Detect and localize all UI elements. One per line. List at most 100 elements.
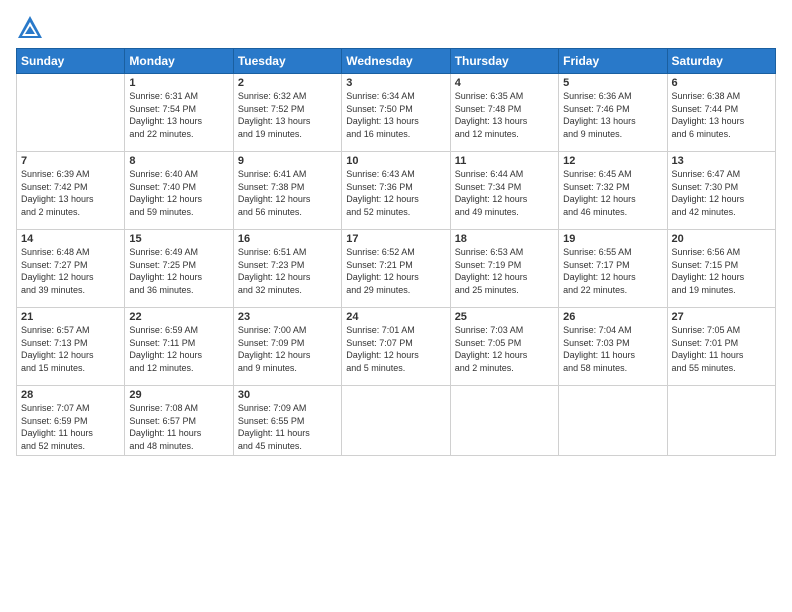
- day-number: 26: [563, 311, 662, 323]
- calendar-header-row: SundayMondayTuesdayWednesdayThursdayFrid…: [17, 49, 776, 74]
- day-number: 3: [346, 77, 445, 89]
- calendar-cell: 2Sunrise: 6:32 AM Sunset: 7:52 PM Daylig…: [233, 74, 341, 152]
- calendar-cell: 8Sunrise: 6:40 AM Sunset: 7:40 PM Daylig…: [125, 152, 233, 230]
- day-number: 11: [455, 155, 554, 167]
- calendar-cell: 5Sunrise: 6:36 AM Sunset: 7:46 PM Daylig…: [559, 74, 667, 152]
- day-info: Sunrise: 6:45 AM Sunset: 7:32 PM Dayligh…: [563, 168, 662, 218]
- calendar-week-row: 1Sunrise: 6:31 AM Sunset: 7:54 PM Daylig…: [17, 74, 776, 152]
- day-info: Sunrise: 7:05 AM Sunset: 7:01 PM Dayligh…: [672, 324, 771, 374]
- day-number: 4: [455, 77, 554, 89]
- calendar-cell: 21Sunrise: 6:57 AM Sunset: 7:13 PM Dayli…: [17, 308, 125, 386]
- day-number: 22: [129, 311, 228, 323]
- day-info: Sunrise: 7:04 AM Sunset: 7:03 PM Dayligh…: [563, 324, 662, 374]
- calendar-cell: [342, 386, 450, 456]
- day-of-week-header: Thursday: [450, 49, 558, 74]
- calendar-cell: [559, 386, 667, 456]
- day-number: 19: [563, 233, 662, 245]
- day-info: Sunrise: 7:03 AM Sunset: 7:05 PM Dayligh…: [455, 324, 554, 374]
- day-info: Sunrise: 7:09 AM Sunset: 6:55 PM Dayligh…: [238, 402, 337, 452]
- day-info: Sunrise: 6:34 AM Sunset: 7:50 PM Dayligh…: [346, 90, 445, 140]
- calendar-cell: 12Sunrise: 6:45 AM Sunset: 7:32 PM Dayli…: [559, 152, 667, 230]
- day-number: 25: [455, 311, 554, 323]
- day-number: 2: [238, 77, 337, 89]
- day-number: 5: [563, 77, 662, 89]
- day-number: 14: [21, 233, 120, 245]
- day-number: 16: [238, 233, 337, 245]
- calendar-cell: 23Sunrise: 7:00 AM Sunset: 7:09 PM Dayli…: [233, 308, 341, 386]
- day-number: 27: [672, 311, 771, 323]
- day-number: 6: [672, 77, 771, 89]
- day-number: 15: [129, 233, 228, 245]
- day-number: 12: [563, 155, 662, 167]
- calendar-week-row: 7Sunrise: 6:39 AM Sunset: 7:42 PM Daylig…: [17, 152, 776, 230]
- day-info: Sunrise: 6:49 AM Sunset: 7:25 PM Dayligh…: [129, 246, 228, 296]
- day-number: 18: [455, 233, 554, 245]
- calendar-cell: 11Sunrise: 6:44 AM Sunset: 7:34 PM Dayli…: [450, 152, 558, 230]
- day-of-week-header: Wednesday: [342, 49, 450, 74]
- calendar-cell: 28Sunrise: 7:07 AM Sunset: 6:59 PM Dayli…: [17, 386, 125, 456]
- calendar-cell: [17, 74, 125, 152]
- day-info: Sunrise: 6:43 AM Sunset: 7:36 PM Dayligh…: [346, 168, 445, 218]
- calendar-cell: 18Sunrise: 6:53 AM Sunset: 7:19 PM Dayli…: [450, 230, 558, 308]
- day-number: 23: [238, 311, 337, 323]
- calendar-cell: [450, 386, 558, 456]
- day-info: Sunrise: 6:36 AM Sunset: 7:46 PM Dayligh…: [563, 90, 662, 140]
- calendar-cell: 17Sunrise: 6:52 AM Sunset: 7:21 PM Dayli…: [342, 230, 450, 308]
- calendar-cell: 6Sunrise: 6:38 AM Sunset: 7:44 PM Daylig…: [667, 74, 775, 152]
- day-info: Sunrise: 6:39 AM Sunset: 7:42 PM Dayligh…: [21, 168, 120, 218]
- day-info: Sunrise: 6:59 AM Sunset: 7:11 PM Dayligh…: [129, 324, 228, 374]
- calendar-cell: 29Sunrise: 7:08 AM Sunset: 6:57 PM Dayli…: [125, 386, 233, 456]
- day-info: Sunrise: 6:31 AM Sunset: 7:54 PM Dayligh…: [129, 90, 228, 140]
- day-info: Sunrise: 6:52 AM Sunset: 7:21 PM Dayligh…: [346, 246, 445, 296]
- logo-icon: [16, 14, 44, 42]
- calendar-week-row: 14Sunrise: 6:48 AM Sunset: 7:27 PM Dayli…: [17, 230, 776, 308]
- header: [16, 10, 776, 42]
- day-info: Sunrise: 6:55 AM Sunset: 7:17 PM Dayligh…: [563, 246, 662, 296]
- day-number: 9: [238, 155, 337, 167]
- calendar-body: 1Sunrise: 6:31 AM Sunset: 7:54 PM Daylig…: [17, 74, 776, 456]
- calendar-week-row: 21Sunrise: 6:57 AM Sunset: 7:13 PM Dayli…: [17, 308, 776, 386]
- calendar-cell: 7Sunrise: 6:39 AM Sunset: 7:42 PM Daylig…: [17, 152, 125, 230]
- day-number: 1: [129, 77, 228, 89]
- calendar-cell: 19Sunrise: 6:55 AM Sunset: 7:17 PM Dayli…: [559, 230, 667, 308]
- day-info: Sunrise: 6:51 AM Sunset: 7:23 PM Dayligh…: [238, 246, 337, 296]
- day-info: Sunrise: 6:57 AM Sunset: 7:13 PM Dayligh…: [21, 324, 120, 374]
- day-number: 8: [129, 155, 228, 167]
- day-number: 29: [129, 389, 228, 401]
- calendar-cell: 1Sunrise: 6:31 AM Sunset: 7:54 PM Daylig…: [125, 74, 233, 152]
- day-info: Sunrise: 6:40 AM Sunset: 7:40 PM Dayligh…: [129, 168, 228, 218]
- day-number: 10: [346, 155, 445, 167]
- day-number: 24: [346, 311, 445, 323]
- day-of-week-header: Monday: [125, 49, 233, 74]
- day-number: 30: [238, 389, 337, 401]
- logo: [16, 14, 48, 42]
- day-info: Sunrise: 6:47 AM Sunset: 7:30 PM Dayligh…: [672, 168, 771, 218]
- day-info: Sunrise: 7:01 AM Sunset: 7:07 PM Dayligh…: [346, 324, 445, 374]
- day-of-week-header: Saturday: [667, 49, 775, 74]
- day-of-week-header: Sunday: [17, 49, 125, 74]
- calendar-cell: 9Sunrise: 6:41 AM Sunset: 7:38 PM Daylig…: [233, 152, 341, 230]
- calendar-cell: 3Sunrise: 6:34 AM Sunset: 7:50 PM Daylig…: [342, 74, 450, 152]
- day-of-week-header: Friday: [559, 49, 667, 74]
- calendar-cell: 14Sunrise: 6:48 AM Sunset: 7:27 PM Dayli…: [17, 230, 125, 308]
- day-info: Sunrise: 6:44 AM Sunset: 7:34 PM Dayligh…: [455, 168, 554, 218]
- calendar-cell: [667, 386, 775, 456]
- calendar-cell: 26Sunrise: 7:04 AM Sunset: 7:03 PM Dayli…: [559, 308, 667, 386]
- day-info: Sunrise: 7:00 AM Sunset: 7:09 PM Dayligh…: [238, 324, 337, 374]
- calendar-cell: 27Sunrise: 7:05 AM Sunset: 7:01 PM Dayli…: [667, 308, 775, 386]
- day-info: Sunrise: 6:32 AM Sunset: 7:52 PM Dayligh…: [238, 90, 337, 140]
- day-number: 28: [21, 389, 120, 401]
- day-number: 7: [21, 155, 120, 167]
- day-info: Sunrise: 6:53 AM Sunset: 7:19 PM Dayligh…: [455, 246, 554, 296]
- day-number: 20: [672, 233, 771, 245]
- day-number: 17: [346, 233, 445, 245]
- day-info: Sunrise: 6:48 AM Sunset: 7:27 PM Dayligh…: [21, 246, 120, 296]
- calendar-cell: 16Sunrise: 6:51 AM Sunset: 7:23 PM Dayli…: [233, 230, 341, 308]
- calendar-cell: 30Sunrise: 7:09 AM Sunset: 6:55 PM Dayli…: [233, 386, 341, 456]
- day-of-week-header: Tuesday: [233, 49, 341, 74]
- day-info: Sunrise: 7:08 AM Sunset: 6:57 PM Dayligh…: [129, 402, 228, 452]
- day-info: Sunrise: 7:07 AM Sunset: 6:59 PM Dayligh…: [21, 402, 120, 452]
- calendar-week-row: 28Sunrise: 7:07 AM Sunset: 6:59 PM Dayli…: [17, 386, 776, 456]
- day-info: Sunrise: 6:38 AM Sunset: 7:44 PM Dayligh…: [672, 90, 771, 140]
- day-info: Sunrise: 6:41 AM Sunset: 7:38 PM Dayligh…: [238, 168, 337, 218]
